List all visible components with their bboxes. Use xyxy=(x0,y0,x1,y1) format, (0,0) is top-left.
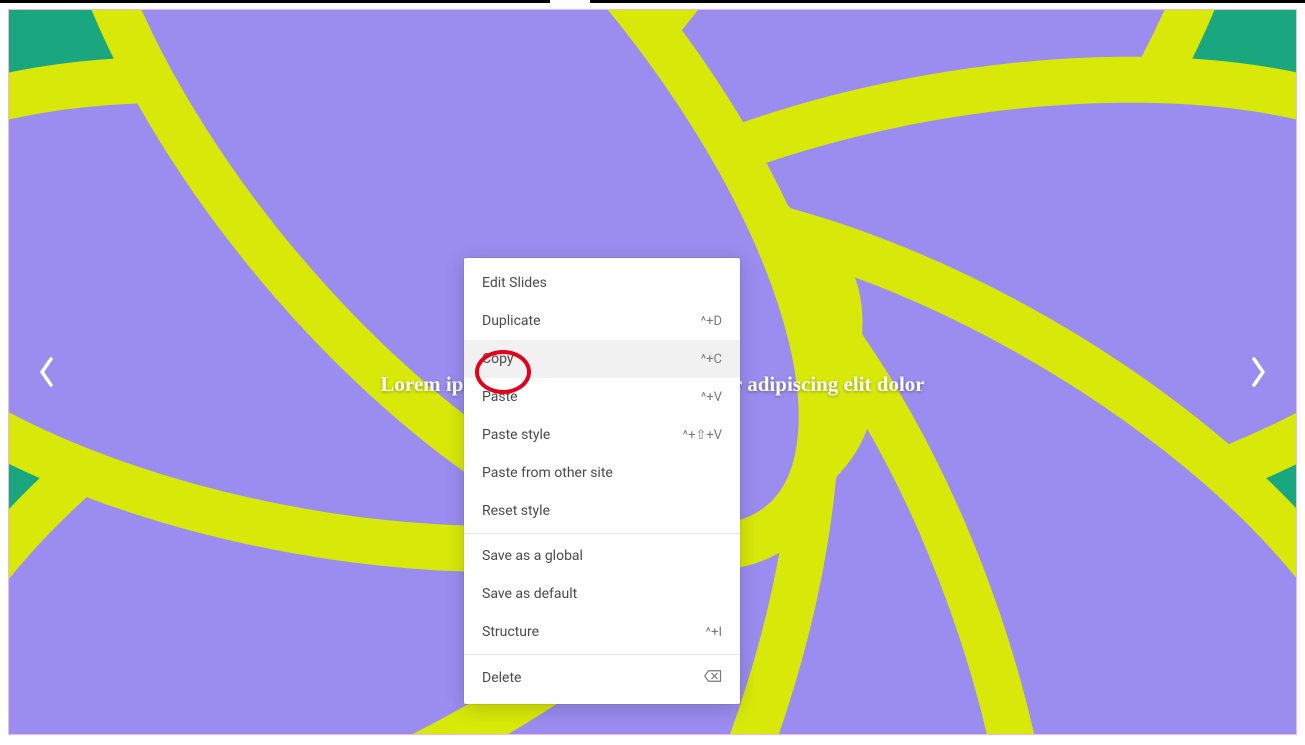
menu-item-label: Paste style xyxy=(482,427,550,443)
menu-item-shortcut: ^+D xyxy=(701,314,722,329)
menu-item-label: Copy xyxy=(482,351,514,367)
menu-item-label: Save as a global xyxy=(482,548,583,564)
menu-item-label: Delete xyxy=(482,670,521,686)
menu-item-structure[interactable]: Structure ^+I xyxy=(464,613,740,651)
menu-item-paste-from-other-site[interactable]: Paste from other site xyxy=(464,454,740,492)
menu-item-shortcut: ^+I xyxy=(706,625,722,640)
editor-canvas-frame: Heading Lorem ipsum dolor sit amet, cons… xyxy=(8,9,1297,735)
chevron-left-icon xyxy=(37,355,57,389)
delete-icon xyxy=(704,669,722,687)
menu-item-label: Duplicate xyxy=(482,313,541,329)
context-menu: Edit Slides Duplicate ^+D Copy ^+C Paste… xyxy=(464,258,740,704)
menu-item-edit-slides[interactable]: Edit Slides xyxy=(464,264,740,302)
menu-item-label: Edit Slides xyxy=(482,275,547,291)
menu-item-label: Reset style xyxy=(482,503,550,519)
prev-slide-button[interactable] xyxy=(27,345,67,399)
slide-canvas[interactable]: Heading Lorem ipsum dolor sit amet, cons… xyxy=(9,10,1296,734)
menu-item-shortcut: ^+C xyxy=(701,352,722,367)
menu-item-save-as-global[interactable]: Save as a global xyxy=(464,537,740,575)
menu-item-label: Paste xyxy=(482,389,518,405)
menu-separator xyxy=(464,654,740,655)
menu-separator xyxy=(464,533,740,534)
menu-item-paste[interactable]: Paste ^+V xyxy=(464,378,740,416)
menu-item-label: Save as default xyxy=(482,586,577,602)
menu-item-copy[interactable]: Copy ^+C xyxy=(464,340,740,378)
menu-item-shortcut: ^+V xyxy=(701,390,722,405)
window-top-bar xyxy=(0,0,1305,3)
chevron-right-icon xyxy=(1248,355,1268,389)
next-slide-button[interactable] xyxy=(1238,345,1278,399)
menu-item-duplicate[interactable]: Duplicate ^+D xyxy=(464,302,740,340)
menu-item-shortcut: ^+⇧+V xyxy=(683,428,722,443)
menu-item-reset-style[interactable]: Reset style xyxy=(464,492,740,530)
menu-item-label: Paste from other site xyxy=(482,465,613,481)
menu-item-label: Structure xyxy=(482,624,539,640)
menu-item-save-as-default[interactable]: Save as default xyxy=(464,575,740,613)
menu-item-delete[interactable]: Delete xyxy=(464,658,740,698)
menu-item-paste-style[interactable]: Paste style ^+⇧+V xyxy=(464,416,740,454)
